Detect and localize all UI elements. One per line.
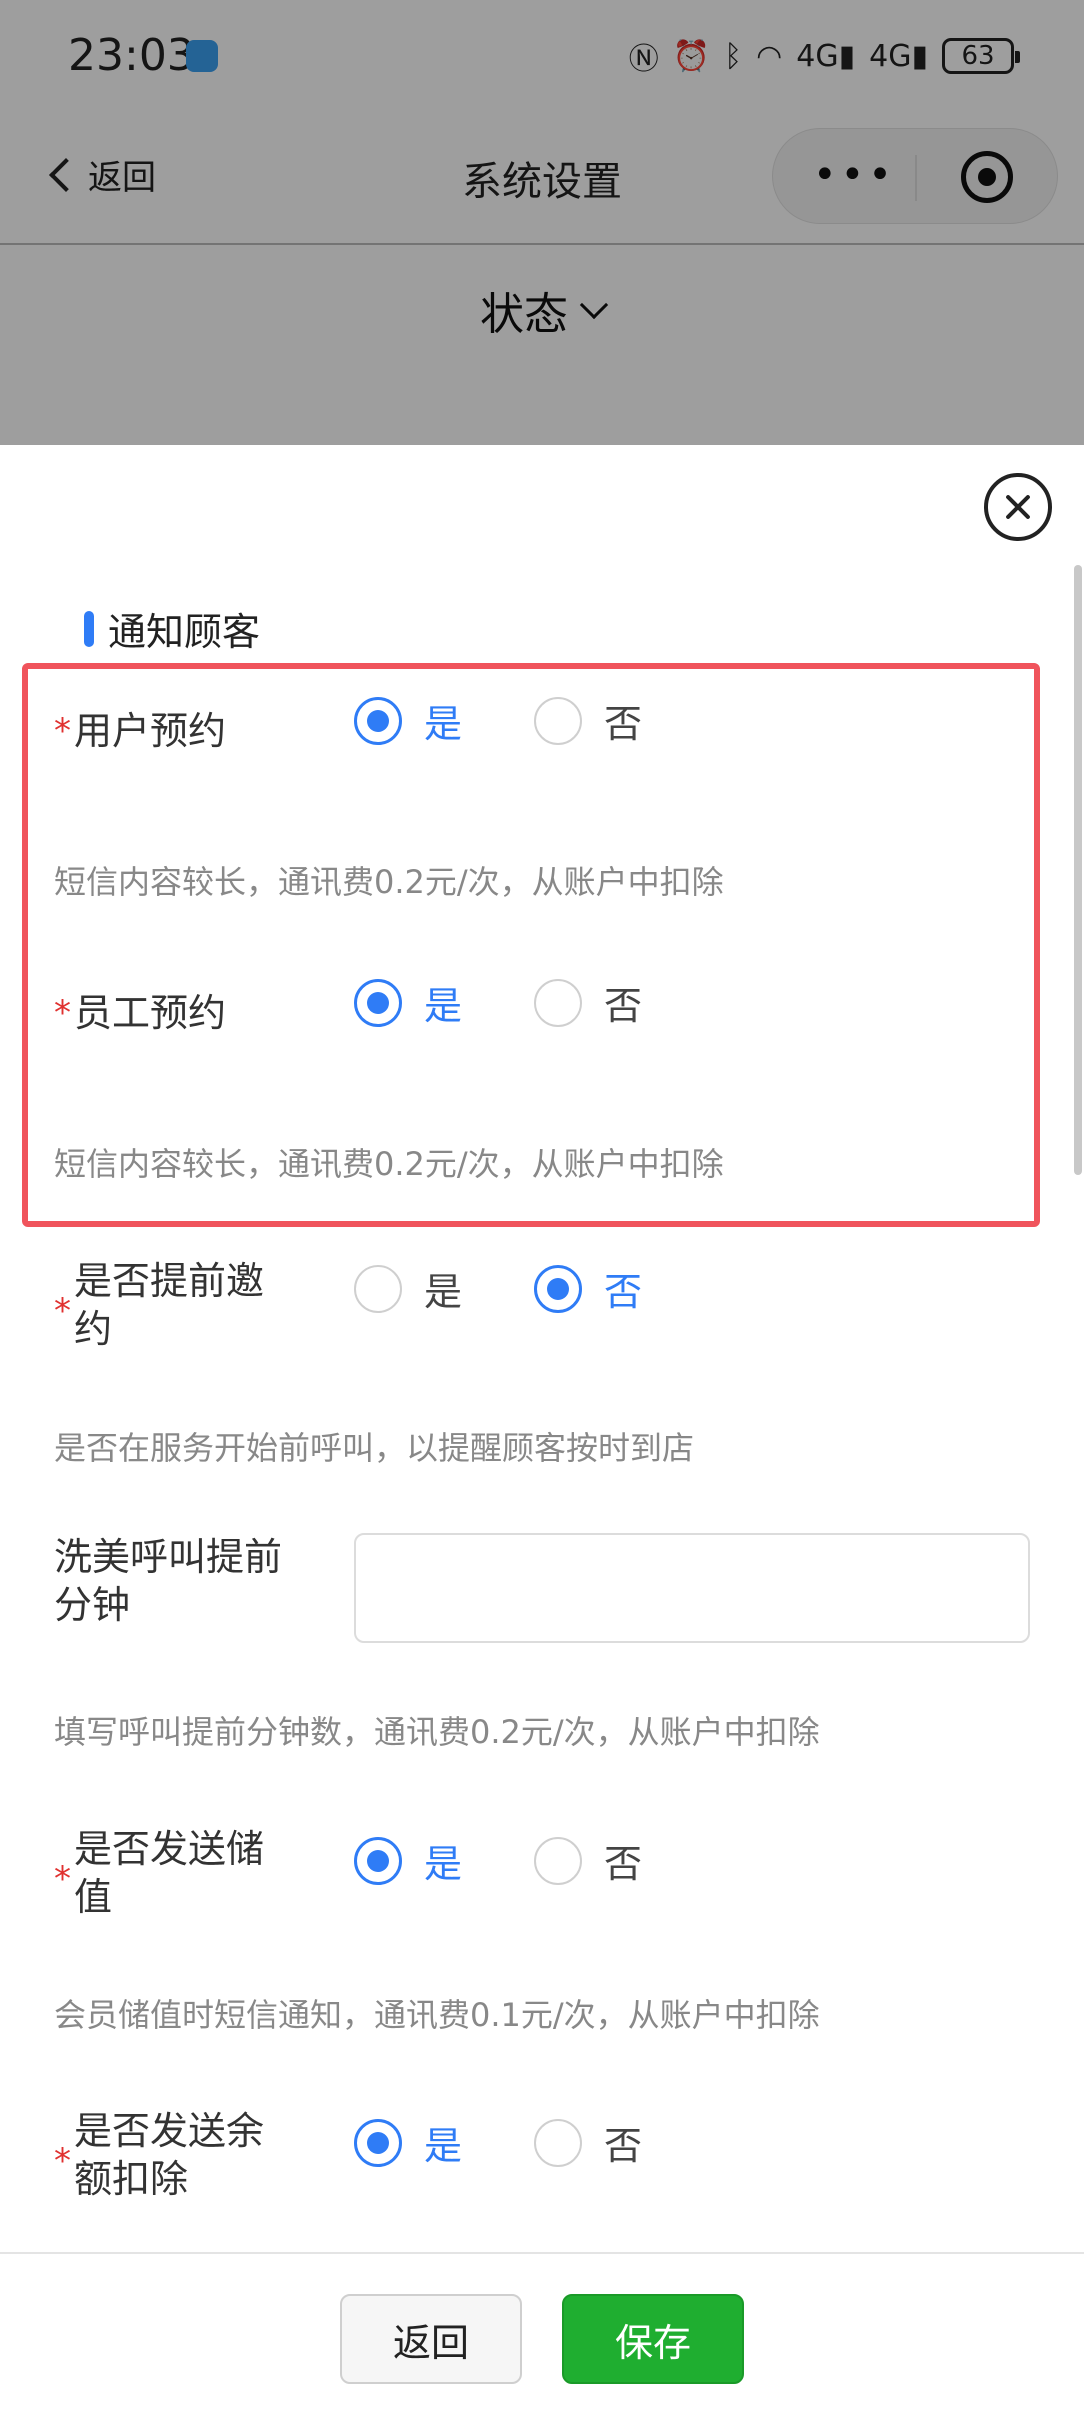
required-mark: * <box>54 993 71 1033</box>
field-label-line2: 额扣除 <box>74 2157 189 2201</box>
section-title: 通知顾客 <box>108 610 261 654</box>
section-header: 通知顾客 <box>84 601 260 656</box>
radio-label: 否 <box>604 1270 643 1314</box>
field-label-line2: 约 <box>74 1307 113 1351</box>
field-label-line2: 值 <box>74 1875 113 1919</box>
field-label-line1: 是否发送余 <box>74 2109 265 2153</box>
radio-label: 否 <box>604 2124 643 2168</box>
radio-label: 是 <box>424 984 463 1028</box>
radio-unchecked-icon <box>354 1264 402 1313</box>
radio-checked-icon <box>354 1836 402 1885</box>
field-hint: 是否在服务开始前呼叫，以提醒顾客按时到店 <box>54 1429 695 1467</box>
radio-unchecked-icon <box>534 696 582 745</box>
required-mark: * <box>54 1859 71 1899</box>
required-mark: * <box>54 1291 71 1331</box>
field-hint: 会员储值时短信通知，通讯费0.1元/次，从账户中扣除 <box>54 1996 820 2034</box>
field-label-line1: 洗美呼叫提前 <box>54 1535 283 1579</box>
field-label: 是否提前邀 约 <box>74 1257 264 1353</box>
save-button[interactable]: 保存 <box>562 2294 744 2384</box>
radio-label: 是 <box>424 702 463 746</box>
settings-sheet: 通知顾客 * 用户预约 是 否 短信内容较长，通讯费0.2元/次，从账户中扣除 … <box>0 445 1084 2412</box>
field-label: 员工预约 <box>74 991 227 1035</box>
radio-label: 否 <box>604 1842 643 1886</box>
required-mark: * <box>54 2141 71 2181</box>
radio-label: 是 <box>424 1842 463 1886</box>
field-hint: 短信内容较长，通讯费0.2元/次，从账户中扣除 <box>54 863 724 901</box>
radio-label: 否 <box>604 984 643 1028</box>
field-label: 是否发送余 额扣除 <box>74 2107 264 2203</box>
radio-staff-booking-no[interactable]: 否 <box>534 975 642 1030</box>
call-minutes-input[interactable] <box>354 1533 1030 1643</box>
radio-user-booking-yes[interactable]: 是 <box>354 693 462 748</box>
radio-unchecked-icon <box>534 2118 582 2167</box>
radio-send-balance-yes[interactable]: 是 <box>354 2115 462 2170</box>
radio-unchecked-icon <box>534 1836 582 1885</box>
radio-user-booking-no[interactable]: 否 <box>534 693 642 748</box>
back-button[interactable]: 返回 <box>340 2294 522 2384</box>
close-icon[interactable] <box>984 473 1052 541</box>
radio-unchecked-icon <box>534 978 582 1027</box>
modal-mask[interactable] <box>0 0 1084 445</box>
radio-label: 是 <box>424 2124 463 2168</box>
radio-checked-icon <box>354 978 402 1027</box>
sheet-footer: 返回 保存 <box>0 2252 1084 2412</box>
scrollbar[interactable] <box>1074 565 1082 1175</box>
field-label: 用户预约 <box>74 709 227 753</box>
radio-invite-ahead-no[interactable]: 否 <box>534 1261 642 1316</box>
radio-invite-ahead-yes[interactable]: 是 <box>354 1261 462 1316</box>
field-label-line1: 是否发送储 <box>74 1827 265 1871</box>
radio-label: 否 <box>604 702 643 746</box>
radio-staff-booking-yes[interactable]: 是 <box>354 975 462 1030</box>
field-label: 是否发送储 值 <box>74 1825 264 1921</box>
radio-checked-icon <box>354 2118 402 2167</box>
radio-label: 是 <box>424 1270 463 1314</box>
radio-checked-icon <box>354 696 402 745</box>
field-label-line1: 是否提前邀 <box>74 1259 265 1303</box>
field-label: 洗美呼叫提前 分钟 <box>54 1533 282 1629</box>
field-hint: 填写呼叫提前分钟数，通讯费0.2元/次，从账户中扣除 <box>54 1713 820 1751</box>
section-accent-bar <box>84 610 94 647</box>
required-mark: * <box>54 711 71 751</box>
radio-checked-icon <box>534 1264 582 1313</box>
radio-send-balance-no[interactable]: 否 <box>534 2115 642 2170</box>
radio-send-recharge-yes[interactable]: 是 <box>354 1833 462 1888</box>
field-label-line2: 分钟 <box>54 1583 131 1627</box>
radio-send-recharge-no[interactable]: 否 <box>534 1833 642 1888</box>
field-hint: 短信内容较长，通讯费0.2元/次，从账户中扣除 <box>54 1145 724 1183</box>
